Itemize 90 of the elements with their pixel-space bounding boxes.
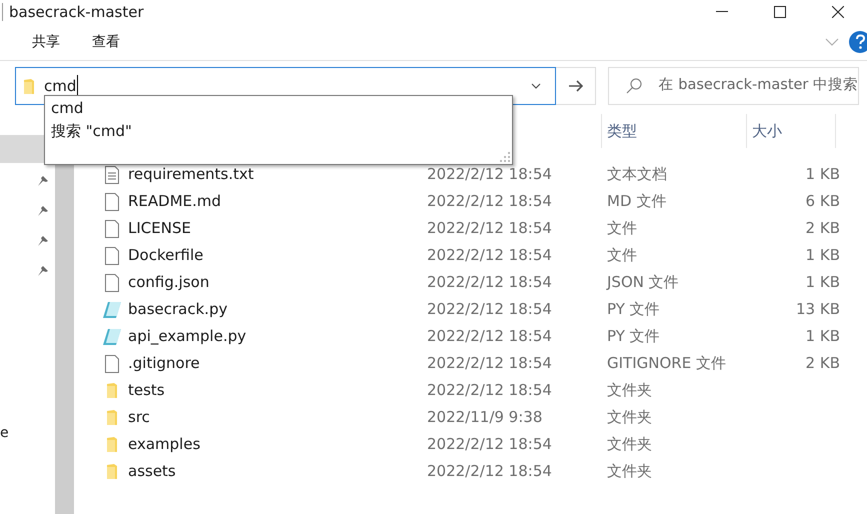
file-size: 1 KB [804,245,840,266]
file-row[interactable]: .gitignore 2022/2/12 18:54 GITIGNORE 文件 2 KB [74,350,867,377]
maximize-icon [774,6,786,18]
file-row[interactable]: LICENSE 2022/2/12 18:54 文件 2 KB [74,215,867,242]
file-name: config.json [128,272,210,294]
resize-grip-icon[interactable] [500,152,510,162]
ribbon-tab[interactable]: 查看 [92,32,120,52]
modified-date: 2022/2/12 18:54 [427,245,553,266]
close-icon [832,6,844,18]
nav-label[interactable]: e [0,423,9,444]
file-type: 文件 [607,218,638,240]
file-row[interactable]: Dockerfile 2022/2/12 18:54 文件 1 KB [74,242,867,269]
modified-date: 2022/2/12 18:54 [427,164,553,186]
file-size: 1 KB [804,326,840,348]
file-name: examples [128,434,202,456]
file-row[interactable]: src 2022/11/9 9:38 文件夹 [74,404,867,431]
modified-date: 2022/2/12 18:54 [427,299,553,320]
file-type: PY 文件 [607,326,661,348]
modified-date: 2022/2/12 18:54 [427,272,553,294]
file-type: MD 文件 [607,191,668,212]
file-icon [105,220,119,238]
file-icon [105,274,119,292]
arrow-right-icon [568,80,582,92]
file-type: PY 文件 [607,299,661,320]
file-name: basecrack.py [128,299,228,320]
column-header[interactable]: 类型 [602,114,747,148]
folder-icon [23,78,35,94]
file-type: 文件 [607,245,638,266]
pin-icon[interactable] [37,205,49,217]
file-type: 文件夹 [607,407,653,428]
file-row[interactable]: tests 2022/2/12 18:54 文件夹 [74,377,867,404]
modified-date: 2022/2/12 18:54 [427,191,553,212]
chevron-down-icon[interactable] [531,83,541,89]
file-size: 2 KB [804,353,840,374]
folder-icon [106,409,118,426]
modified-date: 2022/2/12 18:54 [427,326,553,348]
file-size: 1 KB [804,272,840,294]
file-name: requirements.txt [128,164,255,186]
file-row[interactable]: config.json 2022/2/12 18:54 JSON 文件 1 KB [74,269,867,296]
file-icon [105,354,119,372]
file-row[interactable]: assets 2022/2/12 18:54 文件夹 [74,458,867,485]
file-row[interactable]: README.md 2022/2/12 18:54 MD 文件 6 KB [74,188,867,215]
file-row[interactable]: examples 2022/2/12 18:54 文件夹 [74,431,867,458]
file-type: 文本文档 [607,164,668,186]
file-type: 文件夹 [607,434,653,456]
file-name: Dockerfile [128,245,204,266]
file-size: 1 KB [804,164,840,186]
file-size: 2 KB [804,218,840,240]
file-size: 13 KB [795,299,840,320]
file-name: tests [128,380,166,402]
suggestion-item[interactable]: 搜索 "cmd" [45,120,512,143]
file-name: api_example.py [128,326,248,348]
help-icon[interactable] [849,31,867,53]
file-row[interactable]: basecrack.py 2022/2/12 18:54 PY 文件 13 KB [74,296,867,323]
search-icon [626,78,642,94]
column-header[interactable]: 大小 [747,114,836,148]
search-placeholder: 在 basecrack-master 中搜索 [658,76,858,96]
file-name: README.md [128,191,222,212]
file-row[interactable]: api_example.py 2022/2/12 18:54 PY 文件 1 KB [74,323,867,350]
pin-icon[interactable] [37,175,49,187]
file-type: JSON 文件 [607,272,680,294]
ribbon-tab[interactable]: 共享 [32,32,60,52]
file-name: LICENSE [128,218,192,240]
folder-icon [106,463,118,480]
minimize-icon [716,11,728,13]
file-type: 文件夹 [607,380,653,402]
pin-icon[interactable] [37,235,49,247]
file-size: 6 KB [804,191,840,212]
file-icon [105,246,119,264]
window-title: basecrack-master [9,2,144,23]
go-button[interactable] [556,67,596,105]
file-row[interactable]: requirements.txt 2022/2/12 18:54 文本文档 1 KB [74,161,867,188]
folder-icon [106,382,118,399]
file-type: 文件夹 [607,461,653,482]
file-name: .gitignore [128,353,201,374]
file-type: GITIGNORE 文件 [607,353,727,374]
notepad-icon [102,328,122,346]
pin-icon[interactable] [37,265,49,277]
search-field[interactable]: 在 basecrack-master 中搜索 [608,67,859,105]
modified-date: 2022/2/12 18:54 [427,353,553,374]
modified-date: 2022/2/12 18:54 [427,461,553,482]
modified-date: 2022/2/12 18:54 [427,218,553,240]
modified-date: 2022/2/12 18:54 [427,434,553,456]
folder-icon [106,436,118,453]
modified-date: 2022/11/9 9:38 [427,407,544,428]
file-name: src [128,407,151,428]
modified-date: 2022/2/12 18:54 [427,380,553,402]
file-name: assets [128,461,177,482]
notepad-icon [102,300,122,318]
file-icon [105,192,119,210]
